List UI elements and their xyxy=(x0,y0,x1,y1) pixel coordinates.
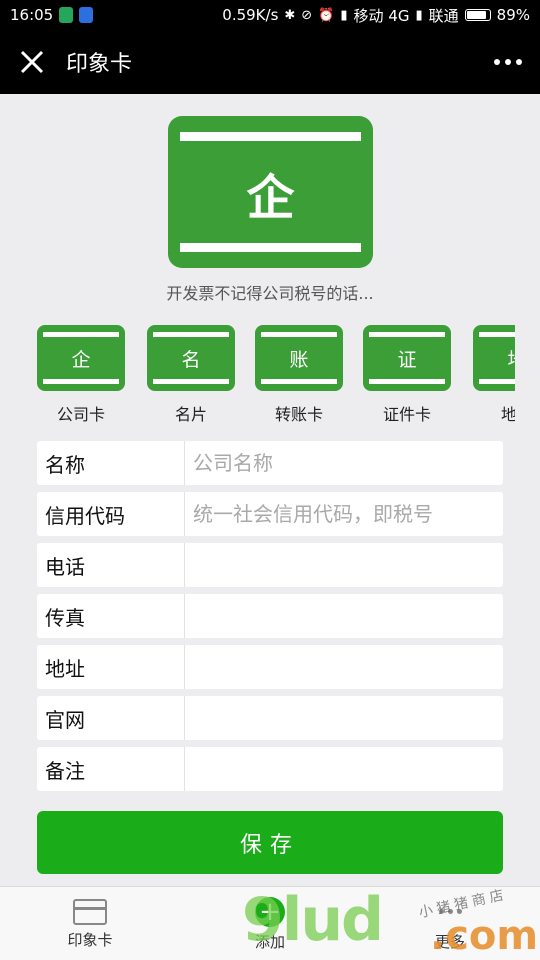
signal-icon: ▮ xyxy=(340,7,348,23)
field-label: 地址 xyxy=(37,645,185,689)
card-type-label: 名片 xyxy=(174,405,207,424)
more-icon xyxy=(435,897,465,927)
tab-label: 添加 xyxy=(254,932,285,951)
save-button[interactable]: 保存 xyxy=(37,811,503,874)
card-type-label: 公司卡 xyxy=(56,405,105,424)
carrier-2: 联通 xyxy=(428,6,459,25)
card-type-company[interactable]: 企 公司卡 xyxy=(37,325,125,425)
status-time: 16:05 xyxy=(10,6,54,24)
name-input[interactable] xyxy=(185,441,503,485)
field-label: 备注 xyxy=(37,747,185,791)
tab-label: 印象卡 xyxy=(67,930,113,949)
notes-app-icon xyxy=(79,7,94,23)
form-row-name: 名称 xyxy=(37,441,503,485)
field-label: 电话 xyxy=(37,543,185,587)
card-type-transfer[interactable]: 账 转账卡 xyxy=(255,325,343,425)
alarm-icon: ⏰ xyxy=(318,7,335,23)
form-row-website: 官网 xyxy=(37,696,503,740)
form-row-credit-code: 信用代码 xyxy=(37,492,503,536)
battery-percent: 89% xyxy=(496,6,530,24)
add-icon: + xyxy=(255,896,285,927)
signal-icon-2: ▮ xyxy=(415,7,423,23)
field-label: 传真 xyxy=(37,594,185,638)
page-title: 印象卡 xyxy=(66,52,133,77)
card-hint-text: 开发票不记得公司税号的话... xyxy=(166,284,374,303)
network-speed: 0.59K/s xyxy=(222,6,279,24)
card-form: 名称 信用代码 电话 传真 地址 官网 备注 xyxy=(37,441,503,798)
title-bar: 印象卡 xyxy=(0,30,540,94)
field-label: 名称 xyxy=(37,441,185,485)
carrier-1: 移动 4G xyxy=(353,6,410,25)
card-preview-glyph: 企 xyxy=(246,170,295,226)
phone-input[interactable] xyxy=(185,543,503,587)
battery-icon xyxy=(464,9,491,21)
fax-input[interactable] xyxy=(185,594,503,638)
card-type-namecard[interactable]: 名 名片 xyxy=(147,325,235,425)
form-row-address: 地址 xyxy=(37,645,503,689)
card-type-icon: 账 xyxy=(255,325,343,391)
card-type-icon: 地 xyxy=(473,325,515,391)
card-type-icon: 证 xyxy=(363,325,451,391)
card-type-id[interactable]: 证 证件卡 xyxy=(363,325,451,425)
bluetooth-icon: ✱ xyxy=(284,7,296,23)
field-label: 官网 xyxy=(37,696,185,740)
card-type-icon: 名 xyxy=(147,325,235,391)
website-input[interactable] xyxy=(185,696,503,740)
address-input[interactable] xyxy=(185,645,503,689)
notes-input[interactable] xyxy=(185,747,503,791)
tab-cards[interactable]: 印象卡 xyxy=(30,887,150,960)
status-bar: 16:05 0.59K/s ✱ ⊘ ⏰ ▮ 移动 4G ▮ 联通 89% xyxy=(0,0,540,30)
card-type-selector[interactable]: 企 公司卡 名 名片 账 转账卡 证 证件卡 地 地址 xyxy=(37,325,515,425)
credit-code-input[interactable] xyxy=(185,492,503,536)
selected-card-preview: 企 xyxy=(168,116,373,268)
form-row-notes: 备注 xyxy=(37,747,503,791)
close-button[interactable] xyxy=(0,30,64,94)
card-type-label: 证件卡 xyxy=(382,405,431,424)
card-type-icon: 企 xyxy=(37,325,125,391)
card-icon xyxy=(73,898,107,925)
form-row-fax: 传真 xyxy=(37,594,503,638)
tab-add[interactable]: + 添加 xyxy=(210,887,330,960)
form-row-phone: 电话 xyxy=(37,543,503,587)
field-label: 信用代码 xyxy=(37,492,185,536)
tab-label: 更多 xyxy=(434,932,465,951)
tab-more[interactable]: 更多 xyxy=(390,887,510,960)
card-type-label: 地址 xyxy=(500,405,515,424)
mute-icon: ⊘ xyxy=(301,7,313,23)
bottom-tab-bar: 印象卡 + 添加 更多 xyxy=(0,886,540,960)
shield-app-icon xyxy=(59,7,74,23)
more-menu-button[interactable] xyxy=(476,30,540,94)
close-icon xyxy=(20,50,44,74)
more-dots-icon xyxy=(494,59,522,65)
card-type-label: 转账卡 xyxy=(274,405,323,424)
card-type-address[interactable]: 地 地址 xyxy=(473,325,515,425)
